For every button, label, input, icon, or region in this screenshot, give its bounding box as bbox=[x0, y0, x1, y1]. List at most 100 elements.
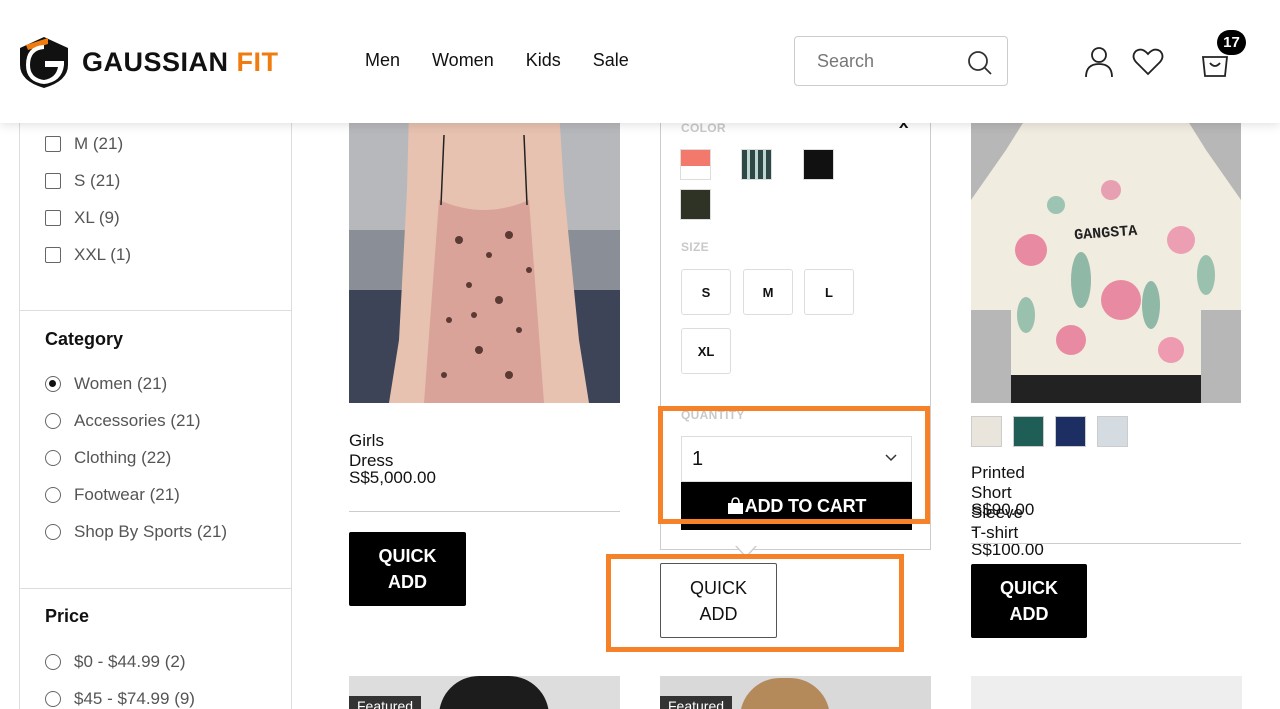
model-hair bbox=[740, 678, 830, 709]
divider bbox=[971, 543, 1241, 544]
featured-badge: Featured bbox=[349, 696, 422, 709]
quantity-value: 1 bbox=[692, 447, 704, 470]
quick-add-label: QUICK ADD bbox=[994, 575, 1064, 627]
variant-thumb[interactable] bbox=[1013, 416, 1044, 447]
product-image[interactable]: GANGSTA bbox=[971, 110, 1241, 403]
filter-label: Footwear (21) bbox=[74, 485, 180, 504]
size-filter-m[interactable]: M (21) bbox=[45, 134, 123, 154]
filter-label: S (21) bbox=[74, 171, 121, 190]
featured-badge: Featured bbox=[660, 696, 733, 709]
user-icon[interactable] bbox=[1084, 46, 1114, 78]
cart-count-badge: 17 bbox=[1217, 30, 1246, 55]
radio-button[interactable] bbox=[45, 654, 61, 670]
model-hair bbox=[439, 676, 549, 709]
filter-label: XL (9) bbox=[74, 208, 120, 227]
brand-name-part2: FIT bbox=[236, 46, 279, 77]
product-name[interactable]: Girls Dress bbox=[349, 431, 393, 471]
category-filter-accessories[interactable]: Accessories (21) bbox=[45, 411, 201, 431]
filter-label: Clothing (22) bbox=[74, 448, 172, 467]
add-to-cart-label: ADD TO CART bbox=[744, 495, 867, 516]
category-filter-footwear[interactable]: Footwear (21) bbox=[45, 485, 180, 505]
filter-label: Accessories (21) bbox=[74, 411, 201, 430]
category-filter-clothing[interactable]: Clothing (22) bbox=[45, 448, 171, 468]
size-option-xl[interactable]: XL bbox=[681, 328, 731, 374]
product-image[interactable] bbox=[971, 676, 1242, 709]
quick-add-line1: QUICK bbox=[689, 577, 747, 598]
logo-mark-icon bbox=[20, 37, 68, 88]
filter-label: M (21) bbox=[74, 134, 124, 153]
color-label: COLOR bbox=[681, 121, 726, 135]
chevron-down-icon bbox=[885, 454, 897, 462]
product-image[interactable] bbox=[349, 110, 620, 403]
checkbox[interactable] bbox=[45, 173, 61, 189]
quantity-label: QUANTITY bbox=[681, 408, 745, 422]
filter-label: $0 - $44.99 (2) bbox=[74, 652, 186, 671]
quick-add-button[interactable]: QUICK ADD bbox=[660, 563, 777, 638]
size-filter-xxl[interactable]: XXL (1) bbox=[45, 245, 131, 265]
variant-thumb[interactable] bbox=[1097, 416, 1128, 447]
category-heading: Category bbox=[45, 329, 124, 349]
color-swatch-black[interactable] bbox=[803, 149, 834, 180]
brand-name: GAUSSIAN FIT bbox=[82, 47, 279, 78]
nav-item-kids[interactable]: Kids bbox=[526, 50, 561, 71]
price-filter-0-44[interactable]: $0 - $44.99 (2) bbox=[45, 652, 186, 672]
filter-label: Shop By Sports (21) bbox=[74, 522, 228, 541]
color-swatch-teal-pattern[interactable] bbox=[741, 149, 772, 180]
add-to-cart-button[interactable]: ADD TO CART bbox=[681, 482, 912, 530]
quick-add-line1: QUICK bbox=[1000, 578, 1058, 598]
search-icon[interactable] bbox=[967, 50, 993, 76]
variant-swatch-row bbox=[971, 416, 1128, 447]
shopping-bag-icon bbox=[727, 497, 743, 514]
popover-arrow bbox=[735, 545, 757, 558]
size-option-m[interactable]: M bbox=[743, 269, 793, 315]
checkbox[interactable] bbox=[45, 210, 61, 226]
search-input[interactable] bbox=[817, 50, 957, 72]
radio-button[interactable] bbox=[45, 376, 61, 392]
size-filter-xl[interactable]: XL (9) bbox=[45, 208, 120, 228]
quantity-select[interactable]: 1 bbox=[681, 436, 912, 482]
quick-add-line2: ADD bbox=[1009, 604, 1049, 624]
category-filter-women[interactable]: Women (21) bbox=[45, 374, 167, 394]
divider bbox=[20, 310, 291, 311]
quick-add-button[interactable]: QUICK ADD bbox=[349, 532, 466, 606]
radio-button[interactable] bbox=[45, 524, 61, 540]
category-filter-shop-by-sports[interactable]: Shop By Sports (21) bbox=[45, 522, 227, 542]
radio-button[interactable] bbox=[45, 487, 61, 503]
product-price: S$5,000.00 bbox=[349, 468, 436, 487]
size-option-l[interactable]: L bbox=[804, 269, 854, 315]
checkbox[interactable] bbox=[45, 247, 61, 263]
tshirt-photo-icon: GANGSTA bbox=[971, 110, 1241, 403]
radio-button[interactable] bbox=[45, 450, 61, 466]
search-box bbox=[794, 36, 1008, 86]
quick-add-line2: ADD bbox=[699, 603, 738, 624]
quick-add-button[interactable]: QUICK ADD bbox=[971, 564, 1087, 638]
divider bbox=[349, 511, 620, 512]
product-image[interactable]: Featured bbox=[349, 676, 620, 709]
radio-button[interactable] bbox=[45, 413, 61, 429]
color-swatch-coral[interactable] bbox=[680, 149, 711, 180]
nav-item-women[interactable]: Women bbox=[432, 50, 494, 71]
checkbox[interactable] bbox=[45, 136, 61, 152]
nav-item-men[interactable]: Men bbox=[365, 50, 400, 71]
product-image[interactable]: Featured bbox=[660, 676, 931, 709]
quick-add-popover: COLOR x SIZE S M L XL QUANTITY 1 ADD TO … bbox=[660, 110, 931, 550]
quick-add-line1: QUICK bbox=[378, 546, 437, 566]
site-header: GAUSSIAN FIT Men Women Kids Sale 17 bbox=[0, 0, 1280, 123]
heart-icon[interactable] bbox=[1132, 48, 1164, 76]
radio-button[interactable] bbox=[45, 691, 61, 707]
size-filter-s[interactable]: S (21) bbox=[45, 171, 120, 191]
nav-item-sale[interactable]: Sale bbox=[593, 50, 629, 71]
variant-thumb[interactable] bbox=[971, 416, 1002, 447]
variant-thumb[interactable] bbox=[1055, 416, 1086, 447]
color-swatch-olive[interactable] bbox=[680, 189, 711, 220]
brand-name-part1: GAUSSIAN bbox=[82, 46, 237, 77]
price-heading: Price bbox=[45, 606, 90, 626]
size-label: SIZE bbox=[681, 240, 709, 254]
size-option-s[interactable]: S bbox=[681, 269, 731, 315]
dress-photo-icon bbox=[349, 110, 620, 403]
quick-add-line2: ADD bbox=[388, 572, 427, 592]
filter-label: Women (21) bbox=[74, 374, 168, 393]
brand-logo[interactable]: GAUSSIAN FIT bbox=[18, 34, 279, 90]
divider bbox=[20, 588, 291, 589]
price-filter-45-74[interactable]: $45 - $74.99 (9) bbox=[45, 689, 195, 709]
